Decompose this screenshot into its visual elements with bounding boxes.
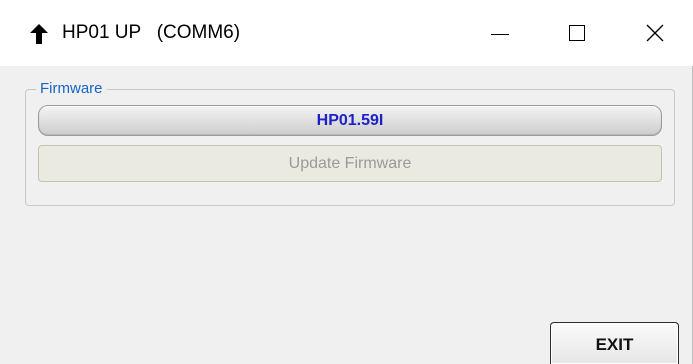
firmware-version-display: HP01.59I	[38, 105, 662, 136]
minimize-button[interactable]	[467, 0, 533, 66]
close-button[interactable]	[622, 0, 688, 66]
firmware-groupbox: Firmware HP01.59I Update Firmware	[25, 79, 675, 206]
maximize-button[interactable]	[544, 0, 610, 66]
window-title: HP01 UP (COMM6)	[62, 22, 241, 43]
close-icon	[646, 24, 664, 42]
minimize-icon	[491, 33, 509, 35]
exit-button[interactable]: EXIT	[550, 322, 679, 364]
up-arrow-icon	[30, 24, 48, 44]
maximize-icon	[569, 25, 585, 41]
update-firmware-button[interactable]: Update Firmware	[38, 145, 662, 182]
firmware-group-label: Firmware	[36, 79, 107, 99]
title-bar[interactable]: HP01 UP (COMM6)	[0, 0, 693, 66]
app-window: HP01 UP (COMM6) Firmware HP01.59I Update…	[0, 0, 693, 364]
